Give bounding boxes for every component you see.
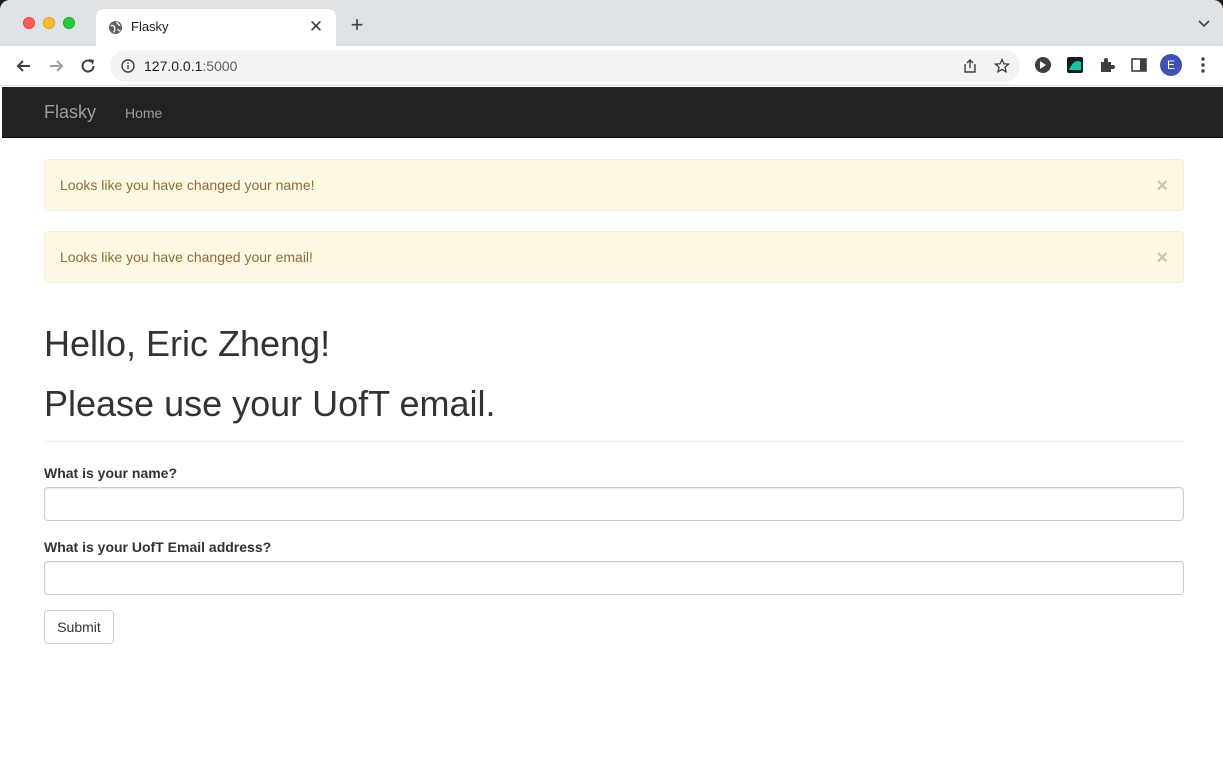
alert-message: Looks like you have changed your email!: [60, 249, 313, 265]
email-input[interactable]: [44, 561, 1184, 595]
url-host: 127.0.0.1: [144, 58, 203, 74]
url-text: 127.0.0.1:5000: [144, 58, 237, 74]
window-maximize-button[interactable]: [63, 17, 75, 29]
share-icon[interactable]: [962, 58, 978, 74]
browser-window: Flasky ✕ + 127.0.0.1:5000 E Flasky Home …: [0, 0, 1223, 757]
nav-home-link[interactable]: Home: [125, 105, 162, 121]
back-icon[interactable]: [13, 55, 35, 77]
address-bar[interactable]: 127.0.0.1:5000: [110, 50, 1020, 82]
flash-alert-email: Looks like you have changed your email! …: [44, 231, 1184, 283]
greeting-heading: Hello, Eric Zheng!: [44, 323, 331, 364]
tab-strip: Flasky ✕ +: [0, 0, 1223, 46]
side-panel-icon[interactable]: [1130, 56, 1148, 74]
email-field-label: What is your UofT Email address?: [44, 539, 272, 555]
globe-icon: [108, 20, 123, 35]
site-navbar: Flasky Home: [2, 87, 1223, 138]
extensions-puzzle-icon[interactable]: [1098, 56, 1116, 74]
alert-close-icon[interactable]: ×: [1156, 248, 1168, 268]
close-tab-icon[interactable]: ✕: [306, 17, 326, 37]
flash-alert-name: Looks like you have changed your name! ×: [44, 159, 1184, 211]
extension-circle-icon[interactable]: [1034, 56, 1052, 74]
header-divider: [44, 441, 1184, 442]
submit-button[interactable]: Submit: [44, 610, 114, 644]
bookmark-star-icon[interactable]: [994, 58, 1010, 74]
reload-icon[interactable]: [77, 55, 99, 77]
window-minimize-button[interactable]: [43, 17, 55, 29]
forward-icon[interactable]: [45, 55, 67, 77]
name-field-label: What is your name?: [44, 465, 178, 481]
instruction-heading: Please use your UofT email.: [44, 383, 496, 424]
chevron-down-icon[interactable]: [1197, 17, 1211, 31]
alert-message: Looks like you have changed your name!: [60, 177, 315, 193]
info-icon[interactable]: [121, 59, 135, 73]
name-input[interactable]: [44, 487, 1184, 521]
tab-title: Flasky: [131, 19, 169, 34]
url-port: :5000: [202, 58, 238, 74]
extension-square-icon[interactable]: [1066, 56, 1084, 74]
new-tab-icon[interactable]: +: [346, 14, 368, 36]
site-brand-link[interactable]: Flasky: [44, 102, 96, 123]
more-menu-icon[interactable]: [1196, 55, 1210, 75]
browser-tab[interactable]: Flasky ✕: [96, 9, 336, 46]
profile-avatar[interactable]: E: [1160, 54, 1182, 76]
browser-toolbar: 127.0.0.1:5000 E: [0, 46, 1223, 86]
web-page: Flasky Home Looks like you have changed …: [2, 87, 1223, 757]
window-close-button[interactable]: [23, 17, 35, 29]
alert-close-icon[interactable]: ×: [1156, 176, 1168, 196]
